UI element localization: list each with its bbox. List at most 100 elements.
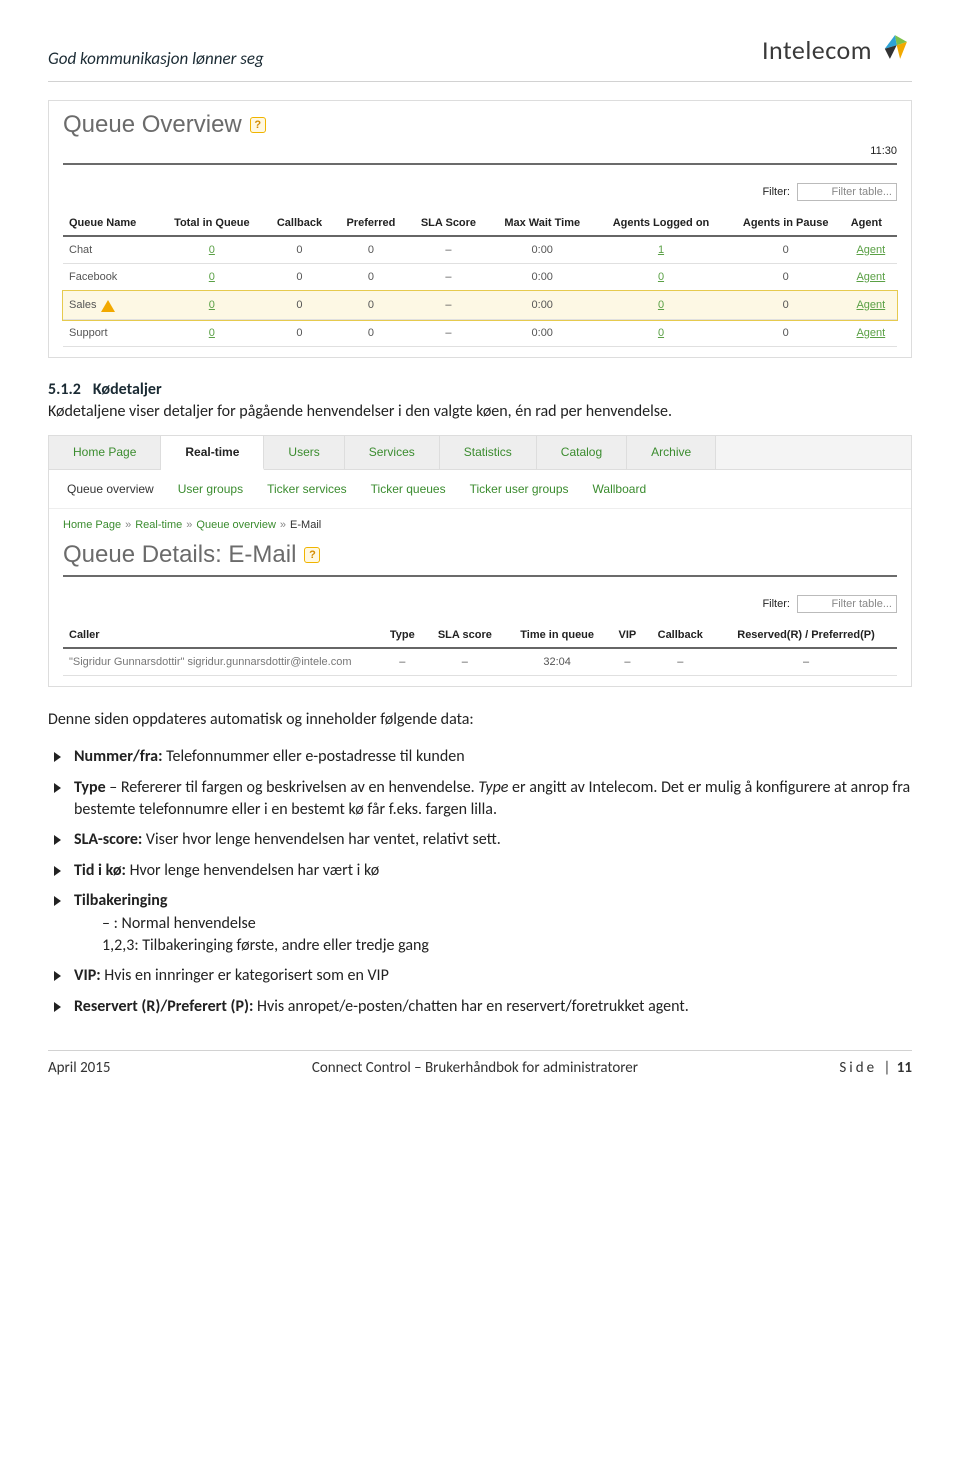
cell: 0:00 [489,236,595,264]
cell: 0 [727,236,845,264]
tab-real-time[interactable]: Real-time [161,436,264,470]
title-divider [63,575,897,577]
column-header[interactable]: Max Wait Time [489,211,595,236]
cell: 0 [727,264,845,291]
column-header[interactable]: Agents in Pause [727,211,845,236]
cell: 0 [727,291,845,320]
cell: 0 [595,320,726,347]
column-header[interactable]: Callback [265,211,334,236]
footer-left: April 2015 [48,1059,110,1077]
tab-catalog[interactable]: Catalog [537,436,627,469]
list-item: Reservert (R)/Preferert (P): Hvis anrope… [48,992,912,1022]
page-slogan: God kommunikasjon lønner seg [48,48,264,69]
agent-link[interactable]: Agent [856,244,885,256]
column-header[interactable]: Reserved(R) / Preferred(P) [715,623,897,648]
queue-name-cell: Facebook [63,264,159,291]
column-header[interactable]: Queue Name [63,211,159,236]
subtab-wallboard[interactable]: Wallboard [593,482,647,496]
column-header[interactable]: VIP [609,623,645,648]
tab-services[interactable]: Services [345,436,440,469]
column-header[interactable]: Total in Queue [159,211,265,236]
cell: 0 [265,236,334,264]
bullet-subline: – : Normal henvendelse [74,913,912,935]
cell: 0 [334,320,408,347]
column-header[interactable]: Callback [645,623,715,648]
cell: 0 [159,236,265,264]
breadcrumb-item[interactable]: Home Page [63,519,121,531]
cell: Agent [845,236,897,264]
column-header[interactable]: SLA Score [408,211,489,236]
filter-input[interactable]: Filter table... [797,183,897,201]
tab-home-page[interactable]: Home Page [49,436,161,469]
subtab-queue-overview[interactable]: Queue overview [67,482,154,496]
help-icon[interactable]: ? [304,547,320,563]
cell: – [425,648,505,676]
queue-name-cell: Support [63,320,159,347]
count-link[interactable]: 0 [209,244,215,256]
count-link[interactable]: 0 [658,299,664,311]
panel-title-text: Queue Overview [63,111,242,139]
column-header[interactable]: SLA score [425,623,505,648]
bullet-term: VIP: [74,966,101,985]
column-header[interactable]: Time in queue [505,623,609,648]
count-link[interactable]: 0 [658,327,664,339]
subtab-ticker-user-groups[interactable]: Ticker user groups [470,482,569,496]
cell: 0:00 [489,320,595,347]
breadcrumb-item[interactable]: Real-time [135,519,182,531]
queue-name-cell: Chat [63,236,159,264]
list-item: Type – Refererer til fargen og beskrivel… [48,773,912,826]
count-link[interactable]: 0 [658,271,664,283]
bullets-intro: Denne siden oppdateres automatisk og inn… [48,709,912,731]
cell: – [408,291,489,320]
cell: 0 [334,291,408,320]
bullet-subline: 1,2,3: Tilbakeringing første, andre elle… [74,935,912,957]
footer-page-label: Side [839,1059,877,1077]
agent-link[interactable]: Agent [856,299,885,311]
list-item: VIP: Hvis en innringer er kategorisert s… [48,961,912,991]
list-item: Nummer/fra: Telefonnummer eller e-postad… [48,742,912,772]
tab-statistics[interactable]: Statistics [440,436,537,469]
table-row: Support000–0:0000Agent [63,320,897,347]
help-icon[interactable]: ? [250,117,266,133]
count-link[interactable]: 0 [209,327,215,339]
footer-right: Side | 11 [839,1059,912,1077]
filter-label: Filter: [762,598,790,610]
bullet-term: Type [74,778,106,797]
queue-overview-table: Queue NameTotal in QueueCallbackPreferre… [63,211,897,347]
subtab-user-groups[interactable]: User groups [178,482,243,496]
cell: – [408,264,489,291]
tab-archive[interactable]: Archive [627,436,716,469]
agent-link[interactable]: Agent [856,327,885,339]
column-header[interactable]: Type [380,623,425,648]
count-link[interactable]: 0 [209,299,215,311]
footer-sep: | [883,1059,890,1077]
list-item: Tilbakeringing– : Normal henvendelse1,2,… [48,886,912,961]
column-header[interactable]: Agents Logged on [595,211,726,236]
breadcrumb-item: E-Mail [290,519,321,531]
tab-users[interactable]: Users [264,436,344,469]
clock: 11:30 [49,145,911,163]
cell: – [715,648,897,676]
cell: Agent [845,264,897,291]
cell: 0:00 [489,291,595,320]
count-link[interactable]: 1 [658,244,664,256]
header-divider [48,81,912,82]
column-header[interactable]: Agent [845,211,897,236]
section-title: Kødetaljer [93,380,162,399]
breadcrumb-item[interactable]: Queue overview [196,519,276,531]
subtab-ticker-queues[interactable]: Ticker queues [371,482,446,496]
bullet-term: SLA-score: [74,830,142,849]
breadcrumb-sep: » [280,519,286,531]
filter-input[interactable]: Filter table... [797,595,897,613]
cell: 0 [265,291,334,320]
column-header[interactable]: Caller [63,623,380,648]
cell: 1 [595,236,726,264]
column-header[interactable]: Preferred [334,211,408,236]
subtab-ticker-services[interactable]: Ticker services [267,482,347,496]
cell: – [609,648,645,676]
agent-link[interactable]: Agent [856,271,885,283]
cell: 0 [595,264,726,291]
count-link[interactable]: 0 [209,271,215,283]
cell: 0 [334,264,408,291]
cell: 0 [265,264,334,291]
